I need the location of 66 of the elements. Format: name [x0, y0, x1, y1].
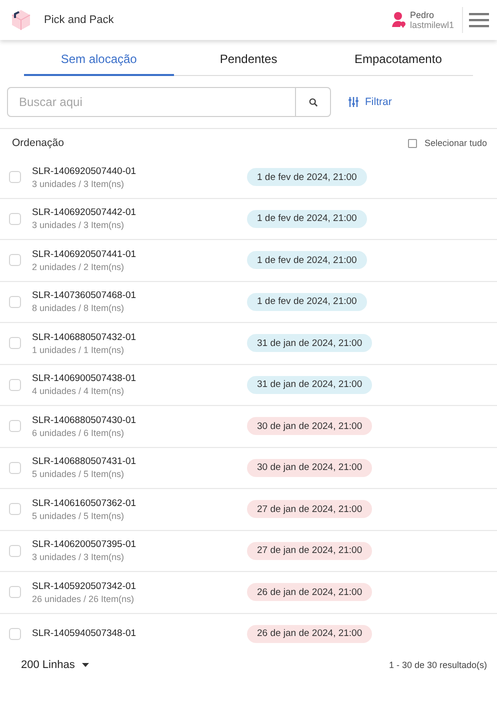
order-id: SLR-1405940507348-01	[32, 628, 138, 640]
row-checkbox[interactable]	[9, 420, 21, 432]
date-badge: 1 de fev de 2024, 21:00	[247, 292, 367, 311]
select-all-checkbox[interactable]: Selecionar tudo	[408, 138, 487, 148]
order-id: SLR-1406160507362-01	[32, 498, 138, 509]
user-account: lastmilewl1	[410, 20, 454, 30]
row-checkbox[interactable]	[9, 254, 21, 266]
search-field[interactable]: Buscar aqui	[7, 87, 296, 117]
order-summary: 5 unidades / 5 Item(ns)	[32, 469, 126, 480]
order-id: SLR-1405920507342-01	[32, 580, 138, 592]
user-pin-icon	[392, 12, 406, 28]
row-checkbox[interactable]	[9, 378, 21, 391]
order-summary: 1 unidades / 1 Item(ns)	[32, 344, 126, 355]
order-id: SLR-1406920507440-01	[32, 166, 138, 177]
row-checkbox[interactable]	[9, 337, 21, 350]
caret-icon	[82, 663, 89, 667]
search-icon	[308, 98, 318, 106]
date-badge: 31 de jan de 2024, 21:00	[247, 334, 372, 352]
app-title: Pick and Pack	[44, 14, 115, 26]
menu-icon[interactable]	[469, 12, 489, 28]
date-badge: 30 de jan de 2024, 21:00	[247, 417, 372, 436]
row-checkbox[interactable]	[9, 212, 21, 225]
date-badge: 1 de fev de 2024, 21:00	[247, 210, 367, 228]
order-id: SLR-1407360507468-01	[32, 290, 138, 302]
order-id: SLR-1406900507438-01	[32, 373, 138, 384]
order-summary: 4 unidades / 4 Item(ns)	[32, 386, 126, 396]
search-button[interactable]	[296, 87, 331, 117]
results-count: 1 - 30 de 30 resultado(s)	[388, 660, 487, 670]
tab[interactable]: Empacotamento	[323, 44, 474, 76]
order-id: SLR-1406920507441-01	[32, 248, 138, 260]
order-id: SLR-1406200507395-01	[32, 539, 138, 550]
order-id: SLR-1406880507432-01	[32, 332, 138, 343]
date-badge: 31 de jan de 2024, 21:00	[247, 376, 372, 394]
tab[interactable]: Sem alocação	[24, 44, 174, 76]
order-summary: 3 unidades / 3 Item(ns)	[32, 178, 126, 189]
row-checkbox[interactable]	[9, 503, 21, 516]
order-summary: 2 unidades / 2 Item(ns)	[32, 262, 126, 272]
order-id: SLR-1406920507442-01	[32, 207, 138, 218]
list-title: Ordenação	[12, 137, 65, 149]
user-name: Pedro	[410, 10, 436, 20]
row-checkbox[interactable]	[9, 462, 21, 474]
date-badge: 1 de fev de 2024, 21:00	[247, 168, 367, 186]
sliders-icon	[348, 97, 359, 107]
filter-button[interactable]: Filtrar	[348, 96, 392, 108]
date-badge: 26 de jan de 2024, 21:00	[247, 583, 372, 602]
date-badge: 1 de fev de 2024, 21:00	[247, 251, 367, 270]
order-summary: 3 unidades / 3 Item(ns)	[32, 220, 126, 230]
row-checkbox[interactable]	[9, 171, 21, 184]
box-logo-icon	[10, 9, 32, 31]
order-summary: 5 unidades / 5 Item(ns)	[32, 510, 126, 521]
date-badge: 26 de jan de 2024, 21:00	[247, 624, 372, 643]
date-badge: 27 de jan de 2024, 21:00	[247, 500, 372, 518]
row-checkbox[interactable]	[9, 296, 21, 308]
tab[interactable]: Pendentes	[174, 44, 324, 76]
date-badge: 30 de jan de 2024, 21:00	[247, 458, 372, 477]
order-summary: 26 unidades / 26 Item(ns)	[32, 594, 136, 604]
order-summary: 6 unidades / 6 Item(ns)	[32, 428, 126, 438]
date-badge: 27 de jan de 2024, 21:00	[247, 542, 372, 560]
row-checkbox[interactable]	[9, 628, 21, 640]
order-summary: 8 unidades / 8 Item(ns)	[32, 303, 126, 314]
row-checkbox[interactable]	[9, 544, 21, 557]
order-summary: 3 unidades / 3 Item(ns)	[32, 552, 126, 562]
row-checkbox[interactable]	[9, 586, 21, 598]
rows-per-page-dropdown[interactable]: 200 Linhas	[21, 659, 89, 671]
order-id: SLR-1406880507430-01	[32, 414, 138, 426]
order-id: SLR-1406880507431-01	[32, 456, 138, 468]
